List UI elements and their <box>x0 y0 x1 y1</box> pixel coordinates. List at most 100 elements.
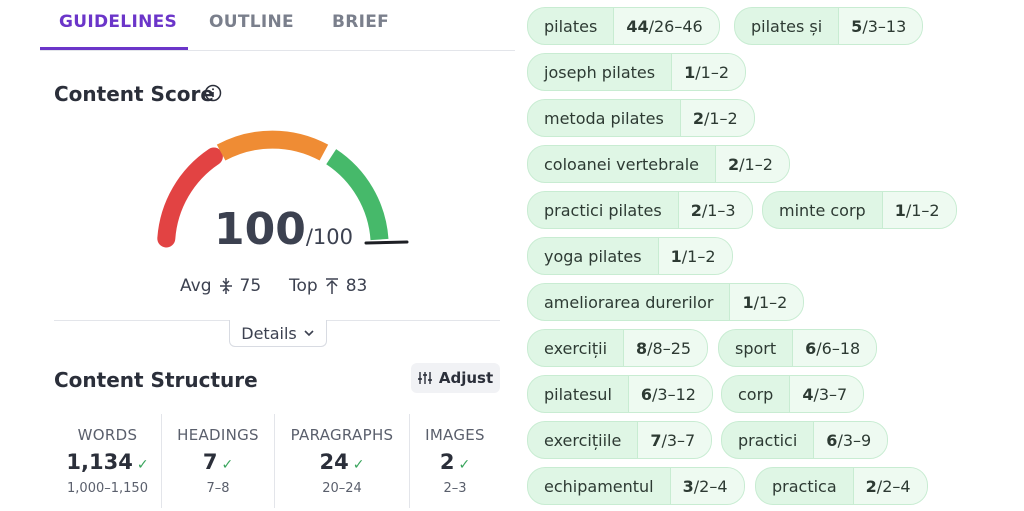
keyword-term: exercițiile <box>544 430 622 450</box>
content-score-title: Content Score <box>54 82 214 106</box>
content-structure-title: Content Structure <box>54 368 258 392</box>
keyword-chip[interactable]: corp 4/3–7 <box>721 375 865 413</box>
stat-label: IMAGES <box>425 426 485 444</box>
score-max: /100 <box>305 225 354 249</box>
details-button[interactable]: Details <box>229 320 327 347</box>
keyword-chip[interactable]: echipamentul 3/2–4 <box>527 467 745 505</box>
keyword-term: pilatesul <box>544 384 612 404</box>
top-value: 83 <box>345 276 368 296</box>
stat-value: 1,134 ✓ <box>66 450 149 474</box>
keyword-count: 2/1–2 <box>679 100 754 136</box>
stat-range: 2–3 <box>443 481 467 496</box>
keyword-chip[interactable]: coloanei vertebrale 2/1–2 <box>527 145 790 183</box>
keyword-count: 5/3–13 <box>838 8 923 44</box>
top-score: Top 83 <box>289 276 367 296</box>
keyword-term: sport <box>735 338 777 358</box>
keyword-term: practica <box>772 476 837 496</box>
check-icon: ✓ <box>221 457 234 473</box>
keyword-term: practici pilates <box>544 200 662 220</box>
tab-brief[interactable]: BRIEF <box>332 12 389 32</box>
avg-value: 75 <box>239 276 262 296</box>
keyword-count: 44/26–46 <box>613 8 719 44</box>
keyword-term: minte corp <box>779 200 866 220</box>
keyword-count: 1/1–2 <box>881 192 956 228</box>
keyword-count: 2/1–2 <box>714 146 789 182</box>
keyword-term: practici <box>738 430 798 450</box>
keyword-chip[interactable]: yoga pilates 1/1–2 <box>527 237 733 275</box>
keyword-chip[interactable]: joseph pilates 1/1–2 <box>527 53 746 91</box>
keyword-chip[interactable]: sport 6/6–18 <box>718 329 878 367</box>
gauge-segment-mid <box>216 130 329 161</box>
keyword-term: joseph pilates <box>544 62 656 82</box>
structure-stats: WORDS 1,134 ✓ 1,000–1,150 HEADINGS 7 ✓ 7–8… <box>54 414 500 508</box>
stat-range: 7–8 <box>206 481 230 496</box>
stat-label: HEADINGS <box>177 426 259 444</box>
keyword-term: metoda pilates <box>544 108 664 128</box>
stat-words: WORDS 1,134 ✓ 1,000–1,150 <box>54 414 161 508</box>
stat-value: 7 ✓ <box>202 450 234 474</box>
keyword-count: 1/1–2 <box>657 238 732 274</box>
keyword-chip[interactable]: ameliorarea durerilor 1/1–2 <box>527 283 805 321</box>
keyword-term: exerciții <box>544 338 608 358</box>
keyword-count: 4/3–7 <box>789 376 864 412</box>
gauge-segment-low <box>157 147 223 248</box>
adjust-button[interactable]: Adjust <box>411 363 500 393</box>
keyword-chip[interactable]: practica 2/2–4 <box>755 467 928 505</box>
check-icon: ✓ <box>458 457 471 473</box>
score-number: 100 <box>214 204 306 255</box>
keyword-count: 2/1–3 <box>677 192 752 228</box>
keyword-count: 6/3–9 <box>813 422 888 458</box>
stat-images: IMAGES 2 ✓ 2–3 <box>410 414 500 508</box>
keyword-chip[interactable]: pilates 44/26–46 <box>527 7 720 45</box>
stat-range: 20–24 <box>322 481 362 496</box>
keyword-chip[interactable]: exercițiile 7/3–7 <box>527 421 713 459</box>
keyword-term: pilates <box>544 16 598 36</box>
keyword-term: ameliorarea durerilor <box>544 292 714 312</box>
keyword-chip[interactable]: minte corp 1/1–2 <box>762 191 957 229</box>
keyword-count: 8/8–25 <box>623 330 708 366</box>
top-marker-icon <box>325 278 338 294</box>
adjust-label: Adjust <box>438 369 494 387</box>
stat-range: 1,000–1,150 <box>67 481 148 496</box>
sliders-icon <box>417 372 432 384</box>
tab-bar: GUIDELINES OUTLINE BRIEF <box>40 0 515 51</box>
stat-paragraphs: PARAGRAPHS 24 ✓ 20–24 <box>275 414 409 508</box>
gauge-needle <box>364 240 409 245</box>
tab-outline[interactable]: OUTLINE <box>209 12 294 32</box>
keyword-count: 7/3–7 <box>637 422 712 458</box>
keyword-term: pilates și <box>751 16 823 36</box>
chevron-down-icon <box>304 330 314 337</box>
active-tab-indicator <box>40 47 188 50</box>
keyword-count: 6/6–18 <box>792 330 877 366</box>
stat-value: 24 ✓ <box>319 450 365 474</box>
tab-guidelines[interactable]: GUIDELINES <box>59 12 177 32</box>
keyword-count: 3/2–4 <box>669 468 744 504</box>
keyword-term: echipamentul <box>544 476 654 496</box>
keyword-chip[interactable]: practici 6/3–9 <box>721 421 889 459</box>
check-icon: ✓ <box>136 457 149 473</box>
details-label: Details <box>241 323 297 343</box>
content-score-value: 100/100 <box>214 204 353 255</box>
keyword-count: 6/3–12 <box>627 376 712 412</box>
keyword-term: yoga pilates <box>544 246 642 266</box>
guidelines-panel: GUIDELINES OUTLINE BRIEF Content Score 1… <box>0 0 515 511</box>
stat-value: 2 ✓ <box>439 450 471 474</box>
keyword-count: 1/1–2 <box>729 284 804 320</box>
keyword-chip[interactable]: metoda pilates 2/1–2 <box>527 99 755 137</box>
stat-label: PARAGRAPHS <box>290 426 394 444</box>
stat-headings: HEADINGS 7 ✓ 7–8 <box>162 414 274 508</box>
keyword-count: 1/1–2 <box>671 54 745 90</box>
info-circle-icon[interactable] <box>204 84 222 102</box>
average-score: Avg 75 <box>180 276 261 296</box>
stat-label: WORDS <box>77 426 138 444</box>
average-marker-icon <box>219 278 232 294</box>
avg-label: Avg <box>180 276 212 296</box>
keyword-chip[interactable]: exerciții 8/8–25 <box>527 329 709 367</box>
keyword-chip[interactable]: practici pilates 2/1–3 <box>527 191 753 229</box>
keyword-term: coloanei vertebrale <box>544 154 699 174</box>
keyword-chip[interactable]: pilatesul 6/3–12 <box>527 375 713 413</box>
check-icon: ✓ <box>352 457 365 473</box>
keyword-count: 2/2–4 <box>852 468 927 504</box>
top-label: Top <box>289 276 318 296</box>
keyword-chip[interactable]: pilates și 5/3–13 <box>734 7 924 45</box>
